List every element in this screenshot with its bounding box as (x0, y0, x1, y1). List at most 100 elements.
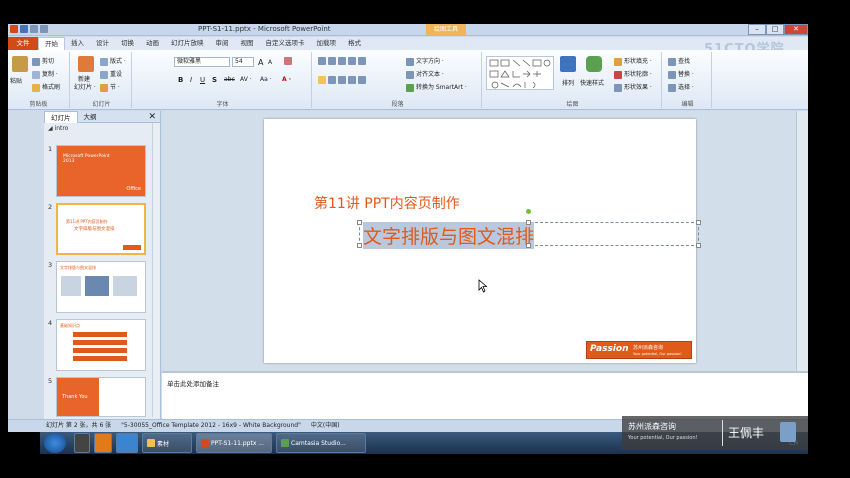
shrink-font-button[interactable]: A (268, 59, 272, 66)
ie-icon[interactable] (116, 433, 138, 453)
quick-styles-button[interactable]: 快速样式 (580, 78, 604, 87)
tab-view[interactable]: 视图 (235, 37, 260, 50)
minimize-button[interactable]: – (748, 24, 766, 35)
bold-button[interactable]: B (178, 76, 183, 84)
italic-button[interactable]: I (190, 76, 192, 84)
slide-thumbnail[interactable]: Thank You (56, 377, 146, 417)
tab-custom[interactable]: 自定义选项卡 (260, 37, 311, 50)
smartart-button[interactable]: 转换为 SmartArt · (406, 82, 467, 92)
bullets-button[interactable] (318, 57, 368, 65)
save-icon[interactable] (20, 25, 28, 33)
resize-handle[interactable] (357, 220, 362, 225)
new-slide-icon[interactable] (78, 56, 94, 72)
close-pane-icon[interactable]: ✕ (142, 111, 160, 123)
clear-format-icon[interactable] (284, 57, 294, 65)
undo-icon[interactable] (30, 25, 38, 33)
shapes-gallery[interactable] (486, 56, 554, 90)
slide-thumbnail[interactable]: 文字排版与图文混排 (56, 261, 146, 313)
change-case-button[interactable]: Aa · (260, 76, 272, 83)
thumb-bar (73, 356, 127, 361)
new-slide-dropdown[interactable]: 幻灯片 · (74, 82, 96, 91)
notes-pane[interactable]: 单击此处添加备注 (162, 371, 808, 419)
resize-handle[interactable] (526, 220, 531, 225)
shape-outline-button[interactable]: 形状轮廓 · (614, 69, 652, 79)
font-name-select[interactable]: 微软雅黑 (174, 57, 230, 67)
grow-font-button[interactable]: A (258, 58, 263, 67)
shape-effects-button[interactable]: 形状效果 · (614, 82, 652, 92)
selected-textbox[interactable]: 文字排版与图文混排 (357, 209, 701, 249)
taskbar-item-camtasia[interactable]: Camtasia Studio... (276, 433, 366, 453)
section-header[interactable]: ◢ intro (44, 123, 160, 134)
rotate-handle[interactable] (526, 209, 531, 214)
shape-fill-label: 形状填充 · (624, 58, 652, 65)
tab-insert[interactable]: 插入 (65, 37, 90, 50)
font-size-select[interactable]: 54 (232, 57, 254, 67)
shapes-icons (489, 59, 551, 89)
tab-slides[interactable]: 幻灯片 (44, 110, 78, 123)
tab-file[interactable]: 文件 (8, 37, 38, 50)
taskbar-item-powerpoint[interactable]: PPT-S1-11.pptx ... (196, 433, 272, 453)
copy-button[interactable]: 复制 · (32, 69, 58, 79)
arrange-icon[interactable] (560, 56, 576, 72)
char-spacing-button[interactable]: AV · (240, 76, 252, 83)
taskbar-item-folder[interactable]: 素材 (142, 433, 192, 453)
slide-thumbnail[interactable]: Microsoft PowerPoint 2013 Office (56, 145, 146, 197)
resize-handle[interactable] (526, 243, 531, 248)
slides-group-label: 幻灯片 (92, 101, 111, 108)
start-button[interactable] (44, 433, 66, 453)
strikethrough-button[interactable]: abc (224, 76, 235, 83)
tab-outline[interactable]: 大纲 (78, 111, 103, 123)
quick-styles-icon[interactable] (586, 56, 602, 72)
align-text-button[interactable]: 对齐文本 · (406, 69, 444, 79)
slide-scrollbar[interactable] (796, 111, 808, 371)
resize-handle[interactable] (357, 243, 362, 248)
tab-transitions[interactable]: 切换 (115, 37, 140, 50)
font-color-button[interactable]: A · (282, 76, 291, 83)
maximize-button[interactable]: □ (766, 24, 784, 35)
tab-slideshow[interactable]: 幻灯片放映 (165, 37, 210, 50)
slide-subtitle[interactable]: 文字排版与图文混排 (363, 222, 535, 249)
notes-placeholder[interactable]: 单击此处添加备注 (167, 378, 219, 388)
thumb-title: Thank You (62, 394, 88, 400)
phone-icon[interactable] (74, 433, 90, 453)
alignment-buttons[interactable] (318, 76, 368, 84)
section-button[interactable]: 节 · (100, 82, 120, 92)
tab-animations[interactable]: 动画 (140, 37, 165, 50)
powerpoint-icon[interactable] (10, 25, 18, 33)
resize-handle[interactable] (696, 220, 701, 225)
tab-addins[interactable]: 加载项 (311, 37, 343, 50)
paste-icon[interactable] (12, 56, 28, 72)
find-label: 查找 (678, 58, 691, 65)
reset-button[interactable]: 重设 (100, 69, 122, 79)
cut-button[interactable]: 剪切 (32, 56, 54, 66)
outlook-icon[interactable] (94, 433, 112, 453)
current-slide[interactable]: 第11讲 PPT内容页制作 文字排版与图文混排 Passion 苏州派森咨询 Y… (264, 119, 701, 363)
tab-format[interactable]: 格式 (342, 37, 367, 50)
shadow-button[interactable]: S (212, 76, 217, 84)
cut-label: 剪切 (42, 58, 55, 65)
resize-handle[interactable] (696, 243, 701, 248)
select-button[interactable]: 选择 · (668, 82, 694, 92)
paste-button[interactable]: 粘贴 (10, 76, 22, 85)
thumbnails-scrollbar[interactable] (152, 123, 160, 417)
redo-icon[interactable] (40, 25, 48, 33)
close-button[interactable]: ✕ (784, 24, 808, 35)
tab-home[interactable]: 开始 (38, 37, 65, 50)
layout-button[interactable]: 版式 · (100, 56, 126, 66)
arrange-button[interactable]: 排列 (562, 78, 574, 87)
language-indicator[interactable]: 中文(中国) (311, 420, 340, 432)
replace-button[interactable]: 替换 · (668, 69, 694, 79)
section-icon (100, 83, 108, 92)
format-painter-label: 格式刷 (42, 84, 61, 91)
slide-title[interactable]: 第11讲 PPT内容页制作 (314, 193, 460, 213)
text-direction-button[interactable]: 文字方向 · (406, 56, 444, 66)
find-button[interactable]: 查找 (668, 56, 690, 66)
slide-thumbnail-selected[interactable]: 第11讲 PPT内容页制作 文字排版与图文混排 (56, 203, 146, 255)
underline-button[interactable]: U (200, 76, 205, 84)
pane-tabs: 幻灯片 大纲 ✕ (44, 110, 160, 123)
tab-design[interactable]: 设计 (90, 37, 115, 50)
format-painter-button[interactable]: 格式刷 (32, 82, 60, 92)
tab-review[interactable]: 审阅 (210, 37, 235, 50)
slide-thumbnail[interactable]: 基础知识点 (56, 319, 146, 371)
shape-fill-button[interactable]: 形状填充 · (614, 56, 652, 66)
